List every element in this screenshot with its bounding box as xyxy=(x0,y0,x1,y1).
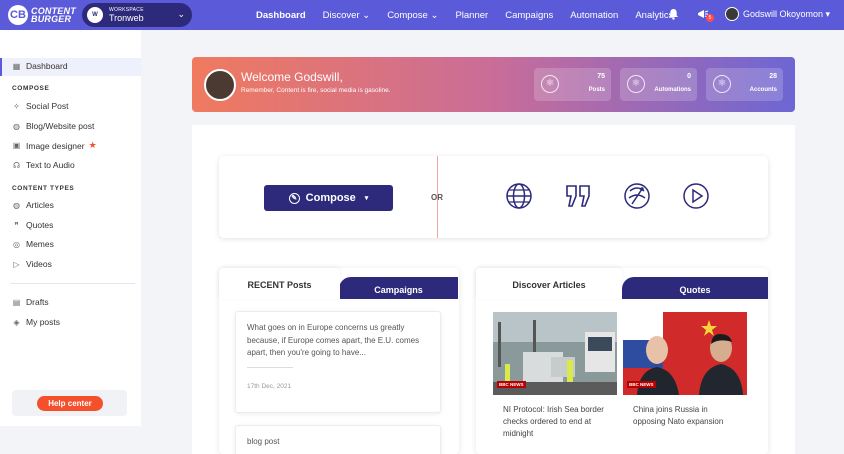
recent-post-card[interactable]: What goes on in Europe concerns us great… xyxy=(235,311,441,413)
new-star-icon: ★ xyxy=(88,140,97,150)
edit-icon: ✎ xyxy=(288,192,300,204)
nav-planner[interactable]: Planner xyxy=(455,10,488,21)
sidebar-item-videos[interactable]: ▷ Videos xyxy=(12,259,51,269)
nav-campaigns[interactable]: Campaigns xyxy=(505,10,553,21)
bbc-news-badge: BBC NEWS xyxy=(497,381,526,388)
top-navigation-bar: CB CONTENT BURGER W WORKSPACE Tronweb ⌄ … xyxy=(0,0,844,30)
help-center-button[interactable]: Help center xyxy=(37,396,103,411)
tab-quotes[interactable]: Quotes xyxy=(622,277,768,299)
stat-value: 28 xyxy=(769,73,777,80)
nav-automation[interactable]: Automation xyxy=(570,10,618,21)
compose-divider xyxy=(437,156,438,238)
sidebar-item-articles[interactable]: ◍ Articles xyxy=(12,200,54,210)
user-name: Godswill Okoyomon ▾ xyxy=(743,8,831,19)
sidebar-item-quotes[interactable]: ❞ Quotes xyxy=(12,220,53,230)
nav-compose[interactable]: Compose ⌄ xyxy=(387,10,438,21)
news-article-card[interactable]: BBC NEWS NI Protocol: Irish Sea border c… xyxy=(493,312,617,454)
recent-post-card[interactable]: blog post xyxy=(235,425,441,454)
article-title: China joins Russia in opposing Nato expa… xyxy=(633,405,724,426)
nav-dashboard[interactable]: Dashboard xyxy=(256,10,306,21)
main-nav: Dashboard Discover ⌄ Compose ⌄ Planner C… xyxy=(256,0,690,30)
sidebar-item-text-to-audio[interactable]: ☊ Text to Audio xyxy=(12,160,75,170)
post-text: blog post xyxy=(247,437,280,446)
stat-label: Automations xyxy=(654,87,691,93)
stat-value: 0 xyxy=(687,73,691,80)
post-date: 17th Dec, 2021 xyxy=(247,383,292,390)
globe-icon: ◍ xyxy=(13,121,20,131)
atom-icon: ⚛ xyxy=(627,75,645,93)
compose-label: Compose xyxy=(305,192,356,204)
image-icon: ▣ xyxy=(12,141,21,150)
dashboard-icon: ▦ xyxy=(12,61,21,71)
welcome-subtitle: Remember, Content is fire, social media … xyxy=(241,87,391,94)
sidebar-heading-compose: COMPOSE xyxy=(12,85,50,92)
logo-line-2: BURGER xyxy=(31,14,72,24)
chevron-down-icon: ⌄ xyxy=(177,9,185,19)
sidebar-heading-content-types: CONTENT TYPES xyxy=(12,185,75,192)
quote-icon: ❞ xyxy=(14,220,19,230)
tab-discover-articles[interactable]: Discover Articles xyxy=(476,268,622,299)
tab-campaigns[interactable]: Campaigns xyxy=(339,277,458,299)
stat-automations[interactable]: ⚛ 0 Automations xyxy=(620,68,697,101)
headphones-icon: ☊ xyxy=(12,160,21,170)
stat-label: Posts xyxy=(588,87,605,93)
user-menu[interactable]: Godswill Okoyomon ▾ xyxy=(725,7,830,21)
bell-icon[interactable] xyxy=(668,8,679,20)
compose-button[interactable]: ✎ Compose ▾ xyxy=(264,185,393,211)
sidebar-item-my-posts[interactable]: ◈ My posts xyxy=(12,317,60,327)
tab-recent-posts[interactable]: RECENT Posts xyxy=(219,268,340,299)
globe-icon: ◍ xyxy=(13,200,20,210)
stat-posts[interactable]: ⚛ 75 Posts xyxy=(534,68,611,101)
workspace-avatar: W xyxy=(87,7,103,23)
avatar xyxy=(725,7,739,21)
atom-icon: ⚛ xyxy=(541,75,559,93)
workspace-name: Tronweb xyxy=(109,13,144,23)
workspace-switcher[interactable]: W WORKSPACE Tronweb ⌄ xyxy=(82,3,192,27)
notification-badge: 5 xyxy=(706,14,714,22)
logo-icon: CB xyxy=(8,5,28,25)
welcome-banner: Welcome Godswill, Remember, Content is f… xyxy=(192,57,795,112)
meme-icon[interactable] xyxy=(623,182,651,210)
sidebar: ▦ Dashboard COMPOSE ✧ Social Post ◍ Blog… xyxy=(0,30,141,426)
play-icon[interactable] xyxy=(682,182,710,210)
avatar xyxy=(204,69,236,101)
globe-icon[interactable] xyxy=(505,182,533,210)
posts-icon: ◈ xyxy=(13,317,20,327)
news-article-card[interactable]: BBC NEWS China joins Russia in opposing … xyxy=(623,312,747,454)
quote-icon[interactable] xyxy=(564,182,592,210)
nav-discover[interactable]: Discover ⌄ xyxy=(323,10,371,21)
sparkle-icon: ✧ xyxy=(13,101,20,111)
article-title: NI Protocol: Irish Sea border checks ord… xyxy=(503,405,604,438)
sidebar-item-image-designer[interactable]: ▣ Image designer ★ xyxy=(12,140,97,151)
sidebar-item-memes[interactable]: ◎ Memes xyxy=(12,239,54,249)
sidebar-item-dashboard[interactable]: ▦ Dashboard xyxy=(12,61,68,71)
stat-accounts[interactable]: ⚛ 28 Accounts xyxy=(706,68,783,101)
sidebar-item-drafts[interactable]: ▤ Drafts xyxy=(12,297,49,307)
caret-down-icon: ▾ xyxy=(364,195,369,202)
stat-label: Accounts xyxy=(749,87,777,93)
play-icon: ▷ xyxy=(13,259,20,269)
atom-icon: ⚛ xyxy=(713,75,731,93)
sidebar-item-social-post[interactable]: ✧ Social Post xyxy=(12,101,68,111)
meme-icon: ◎ xyxy=(13,239,20,249)
welcome-title: Welcome Godswill, xyxy=(241,70,343,84)
sidebar-item-blog-post[interactable]: ◍ Blog/Website post xyxy=(12,121,94,131)
post-text: What goes on in Europe concerns us great… xyxy=(247,323,420,357)
draft-icon: ▤ xyxy=(12,297,21,307)
stat-value: 75 xyxy=(597,73,605,80)
bbc-news-badge: BBC NEWS xyxy=(627,381,656,388)
post-divider xyxy=(247,367,293,368)
sidebar-divider xyxy=(10,283,135,284)
contentburger-logo[interactable]: CB CONTENT BURGER xyxy=(8,5,76,25)
